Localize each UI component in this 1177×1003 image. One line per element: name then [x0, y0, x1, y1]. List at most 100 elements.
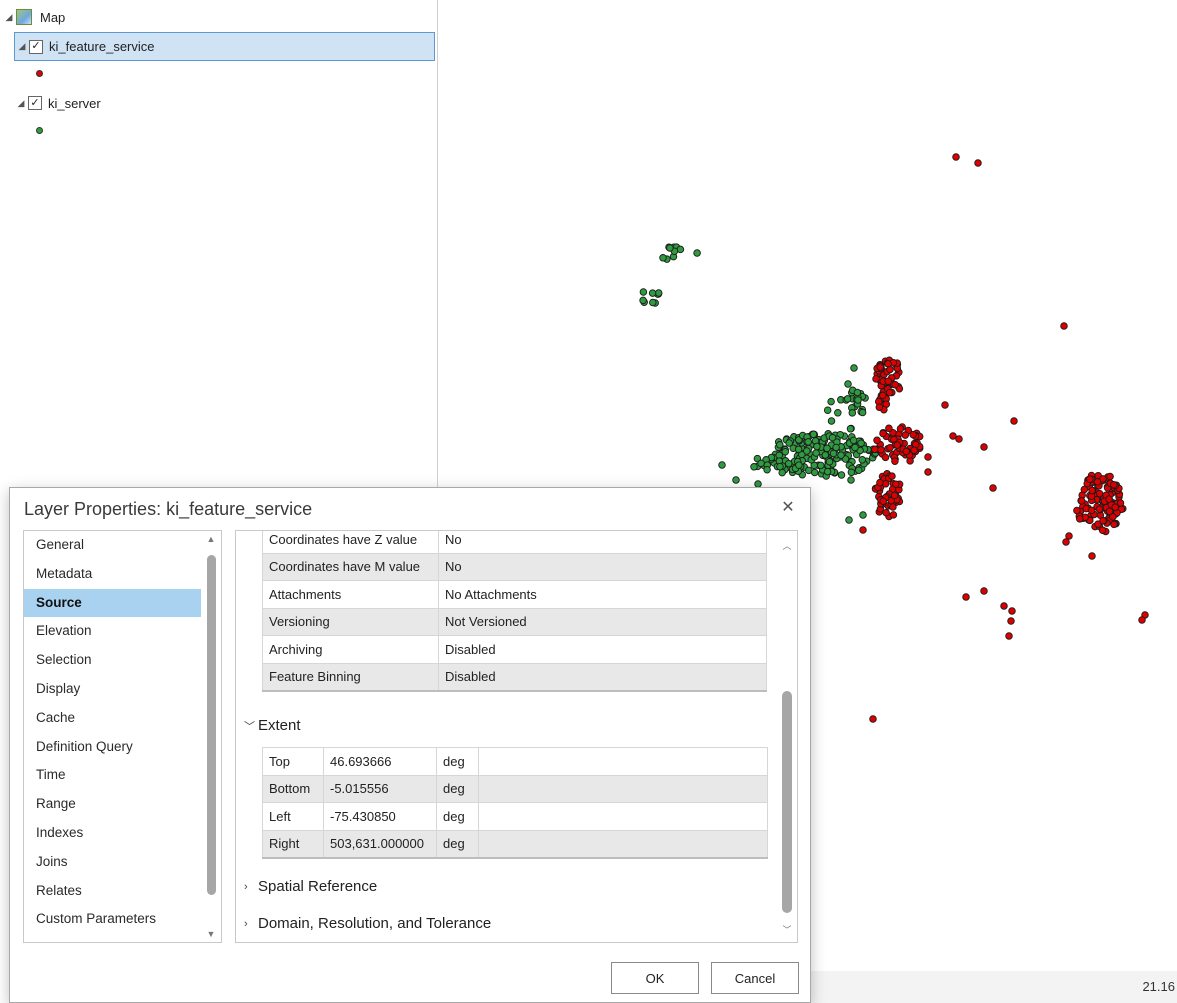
ki-server-point[interactable]: [757, 459, 765, 468]
extent-section-header[interactable]: ﹀ Extent: [244, 717, 301, 734]
nav-scroll-thumb[interactable]: [207, 555, 216, 895]
ki-feature-service-point[interactable]: [869, 715, 877, 723]
ki-server-point[interactable]: [817, 461, 825, 470]
ki-feature-service-point[interactable]: [872, 375, 880, 383]
ki-feature-service-point[interactable]: [949, 432, 957, 440]
ki-feature-service-point[interactable]: [881, 453, 890, 462]
ki-server-point[interactable]: [784, 459, 793, 468]
ki-feature-service-point[interactable]: [955, 435, 963, 443]
ki-feature-service-point[interactable]: [879, 497, 887, 505]
ki-server-point[interactable]: [846, 425, 855, 433]
expand-icon[interactable]: ◢: [14, 98, 28, 109]
ki-server-point[interactable]: [795, 461, 803, 469]
ki-server-point[interactable]: [843, 395, 852, 403]
ki-feature-service-point[interactable]: [873, 436, 881, 445]
ki-feature-service-point[interactable]: [879, 429, 887, 438]
ki-server-point[interactable]: [659, 254, 667, 262]
ki-server-point[interactable]: [821, 451, 830, 459]
ki-feature-service-point[interactable]: [886, 444, 894, 452]
ki-server-point[interactable]: [834, 409, 842, 417]
ki-server-point[interactable]: [859, 511, 867, 519]
ki-feature-service-point[interactable]: [1060, 322, 1068, 330]
ki-server-point[interactable]: [776, 462, 784, 471]
ki-feature-service-point[interactable]: [1098, 526, 1107, 534]
nav-item-metadata[interactable]: Metadata: [24, 560, 201, 589]
ki-feature-service-point[interactable]: [1099, 516, 1107, 525]
scroll-up-icon[interactable]: ︿: [781, 539, 793, 552]
ki-feature-service-point[interactable]: [1105, 507, 1114, 516]
ki-server-point[interactable]: [648, 289, 657, 297]
ki-server-point[interactable]: [654, 289, 663, 297]
ki-feature-service-point[interactable]: [889, 503, 897, 511]
ki-feature-service-point[interactable]: [1095, 505, 1104, 513]
content-scrollbar[interactable]: ︿ ﹀: [777, 531, 797, 942]
ki-server-point[interactable]: [844, 380, 852, 388]
ki-server-point[interactable]: [666, 244, 674, 252]
nav-item-elevation[interactable]: Elevation: [24, 617, 201, 646]
scroll-down-icon[interactable]: ▼: [205, 929, 217, 939]
ki-server-point[interactable]: [804, 438, 812, 446]
ki-feature-service-point[interactable]: [1095, 489, 1104, 498]
ki-feature-service-point[interactable]: [962, 593, 970, 601]
ok-button[interactable]: OK: [611, 962, 699, 994]
ki-feature-service-point[interactable]: [876, 363, 884, 371]
nav-item-cache[interactable]: Cache: [24, 704, 201, 733]
ki-feature-service-point[interactable]: [1005, 632, 1013, 640]
ki-feature-service-point[interactable]: [890, 491, 899, 500]
nav-item-range[interactable]: Range: [24, 790, 201, 819]
ki-feature-service-point[interactable]: [1138, 616, 1146, 624]
ki-feature-service-point[interactable]: [1076, 515, 1084, 523]
ki-feature-service-point[interactable]: [974, 159, 982, 167]
ki-feature-service-point[interactable]: [924, 468, 932, 476]
expand-icon[interactable]: ◢: [15, 41, 29, 52]
map-node[interactable]: ◢ Map: [2, 5, 65, 29]
nav-item-relates[interactable]: Relates: [24, 877, 201, 906]
ki-feature-service-point[interactable]: [1000, 602, 1008, 610]
ki-feature-service-point[interactable]: [1093, 478, 1102, 486]
green-point-symbol-icon[interactable]: [36, 127, 43, 134]
ki-feature-service-point[interactable]: [859, 526, 867, 534]
nav-item-display[interactable]: Display: [24, 675, 201, 704]
nav-item-custom-parameters[interactable]: Custom Parameters: [24, 905, 201, 934]
ki-server-point[interactable]: [855, 466, 863, 474]
ki-feature-service-point[interactable]: [924, 453, 932, 461]
ki-server-point[interactable]: [827, 397, 835, 406]
ki-server-point[interactable]: [854, 396, 862, 404]
ki-feature-service-point[interactable]: [980, 587, 988, 595]
ki-feature-service-point[interactable]: [902, 447, 911, 456]
red-point-symbol-icon[interactable]: [36, 70, 43, 77]
ki-server-point[interactable]: [794, 445, 803, 454]
ki-server-point[interactable]: [837, 451, 845, 459]
ki-server-point[interactable]: [849, 436, 858, 445]
ki-feature-service-point[interactable]: [893, 441, 901, 449]
ki-feature-service-point[interactable]: [891, 457, 899, 465]
expand-icon[interactable]: ◢: [2, 12, 16, 23]
ki-feature-service-point[interactable]: [1062, 538, 1070, 546]
scroll-up-icon[interactable]: ▲: [205, 534, 217, 544]
nav-item-general[interactable]: General: [24, 531, 201, 560]
ki-feature-service-point[interactable]: [875, 403, 884, 411]
ki-feature-service-point[interactable]: [879, 391, 887, 400]
layer-ki-feature-service[interactable]: ◢ ✓ ki_feature_service: [14, 32, 435, 61]
ki-feature-service-point[interactable]: [1088, 486, 1096, 495]
ki-feature-service-point[interactable]: [1106, 472, 1114, 481]
ki-server-point[interactable]: [851, 443, 859, 452]
ki-server-point[interactable]: [850, 364, 858, 372]
ki-server-point[interactable]: [823, 406, 832, 414]
ki-feature-service-point[interactable]: [1073, 506, 1081, 515]
ki-server-point[interactable]: [827, 417, 836, 425]
ki-feature-service-point[interactable]: [1110, 481, 1118, 489]
ki-feature-service-point[interactable]: [1086, 475, 1094, 483]
ki-server-point[interactable]: [649, 298, 657, 307]
ki-feature-service-point[interactable]: [1065, 532, 1073, 540]
ki-server-point[interactable]: [781, 447, 790, 456]
ki-feature-service-point[interactable]: [889, 511, 898, 519]
ki-feature-service-point[interactable]: [891, 380, 899, 389]
ki-feature-service-point[interactable]: [901, 431, 910, 439]
ki-server-point[interactable]: [837, 471, 846, 479]
nav-item-page-query[interactable]: Page Query: [24, 934, 201, 942]
ki-server-point[interactable]: [810, 468, 819, 477]
ki-server-point[interactable]: [813, 442, 821, 451]
layer-ki-server[interactable]: ◢ ✓ ki_server: [14, 91, 101, 115]
ki-feature-service-point[interactable]: [1010, 417, 1018, 425]
